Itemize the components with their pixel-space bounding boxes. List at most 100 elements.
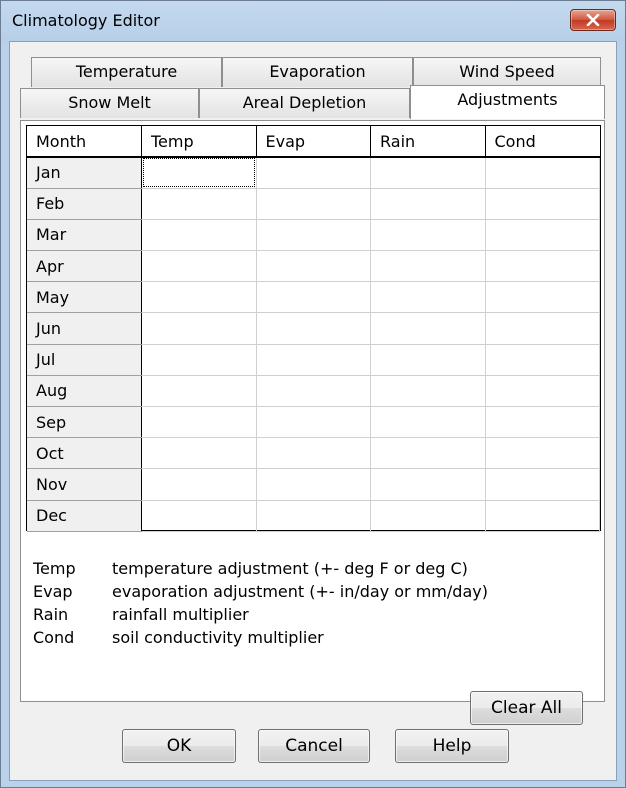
cond-cell[interactable] — [485, 500, 600, 532]
rain-cell[interactable] — [370, 250, 486, 283]
rain-cell[interactable] — [370, 344, 486, 376]
evap-cell[interactable] — [256, 437, 371, 470]
legend-description: rainfall multiplier — [112, 605, 249, 624]
temp-cell[interactable] — [141, 219, 257, 252]
table-row: Nov — [27, 468, 600, 501]
evap-cell[interactable] — [256, 500, 371, 532]
column-header-month: Month — [27, 126, 142, 158]
temp-cell[interactable] — [141, 281, 257, 314]
temp-cell[interactable] — [141, 437, 257, 470]
cancel-button[interactable]: Cancel — [258, 729, 370, 763]
month-cell: Oct — [27, 437, 142, 470]
column-header-rain[interactable]: Rain — [370, 126, 486, 158]
legend-description: evaporation adjustment (+- in/day or mm/… — [112, 582, 488, 601]
legend-item: Evap evaporation adjustment (+- in/day o… — [33, 580, 488, 603]
column-header-temp[interactable]: Temp — [141, 126, 257, 158]
rain-cell[interactable] — [370, 500, 486, 532]
month-cell: Jun — [27, 312, 142, 345]
evap-cell[interactable] — [256, 281, 371, 314]
table-row: Sep — [27, 406, 600, 439]
table-row: Dec — [27, 500, 600, 532]
month-cell: Jan — [27, 157, 142, 189]
table-row: Jun — [27, 312, 600, 345]
tab-temperature[interactable]: Temperature — [31, 57, 222, 87]
evap-cell[interactable] — [256, 375, 371, 408]
rain-cell[interactable] — [370, 468, 486, 501]
rain-cell[interactable] — [370, 375, 486, 408]
adjustments-legend: Temp temperature adjustment (+- deg F or… — [33, 557, 488, 649]
temp-cell[interactable] — [141, 468, 257, 501]
clear-all-button[interactable]: Clear All — [470, 691, 583, 725]
close-x-icon — [586, 14, 600, 26]
temp-cell[interactable] — [141, 406, 257, 439]
table-row: May — [27, 281, 600, 314]
evap-cell[interactable] — [256, 344, 371, 376]
month-cell: Mar — [27, 219, 142, 252]
cond-cell[interactable] — [485, 188, 600, 220]
legend-item: Temp temperature adjustment (+- deg F or… — [33, 557, 488, 580]
table-row: Jul — [27, 344, 600, 376]
month-cell: Dec — [27, 500, 142, 532]
table-row: Feb — [27, 188, 600, 220]
climatology-editor-window: Climatology Editor Temperature Evaporati… — [0, 0, 626, 788]
title-bar[interactable]: Climatology Editor — [1, 1, 625, 41]
rain-cell[interactable] — [370, 437, 486, 470]
ok-button[interactable]: OK — [122, 729, 236, 763]
tab-evaporation[interactable]: Evaporation — [222, 57, 413, 87]
evap-cell[interactable] — [256, 219, 371, 252]
cond-cell[interactable] — [485, 250, 600, 283]
table-row: Mar — [27, 219, 600, 252]
rain-cell[interactable] — [370, 312, 486, 345]
cond-cell[interactable] — [485, 281, 600, 314]
tab-label: Adjustments — [457, 90, 558, 109]
table-row: Apr — [27, 250, 600, 283]
month-cell: Jul — [27, 344, 142, 376]
rain-cell[interactable] — [370, 157, 486, 189]
evap-cell[interactable] — [256, 157, 371, 189]
table-row: Aug — [27, 375, 600, 408]
cond-cell[interactable] — [485, 406, 600, 439]
temp-cell[interactable] — [141, 188, 257, 220]
month-cell: May — [27, 281, 142, 314]
cond-cell[interactable] — [485, 219, 600, 252]
tab-wind-speed[interactable]: Wind Speed — [413, 57, 601, 87]
evap-cell[interactable] — [256, 188, 371, 220]
window-title: Climatology Editor — [12, 11, 160, 30]
tab-areal-depletion[interactable]: Areal Depletion — [199, 88, 410, 118]
tab-snow-melt[interactable]: Snow Melt — [20, 88, 199, 118]
month-cell: Nov — [27, 468, 142, 501]
rain-cell[interactable] — [370, 281, 486, 314]
rain-cell[interactable] — [370, 188, 486, 220]
temp-cell[interactable] — [141, 157, 257, 189]
temp-cell[interactable] — [141, 375, 257, 408]
evap-cell[interactable] — [256, 312, 371, 345]
evap-cell[interactable] — [256, 468, 371, 501]
tab-label: Snow Melt — [68, 93, 151, 112]
rain-cell[interactable] — [370, 406, 486, 439]
temp-cell[interactable] — [141, 500, 257, 532]
temp-cell[interactable] — [141, 344, 257, 376]
tab-adjustments[interactable]: Adjustments — [410, 85, 605, 119]
cond-cell[interactable] — [485, 157, 600, 189]
temp-cell[interactable] — [141, 312, 257, 345]
tab-label: Areal Depletion — [242, 93, 367, 112]
cond-cell[interactable] — [485, 375, 600, 408]
cond-cell[interactable] — [485, 468, 600, 501]
cond-cell[interactable] — [485, 344, 600, 376]
cond-cell[interactable] — [485, 437, 600, 470]
evap-cell[interactable] — [256, 250, 371, 283]
evap-cell[interactable] — [256, 406, 371, 439]
tab-label: Wind Speed — [459, 62, 555, 81]
table-row: Jan — [27, 157, 600, 189]
dialog-body: Temperature Evaporation Wind Speed Snow … — [9, 41, 617, 781]
close-button[interactable] — [570, 9, 616, 31]
legend-description: soil conductivity multiplier — [112, 628, 324, 647]
month-cell: Feb — [27, 188, 142, 220]
column-header-evap[interactable]: Evap — [256, 126, 371, 158]
cond-cell[interactable] — [485, 312, 600, 345]
column-header-cond[interactable]: Cond — [485, 126, 600, 158]
rain-cell[interactable] — [370, 219, 486, 252]
month-cell: Aug — [27, 375, 142, 408]
help-button[interactable]: Help — [395, 729, 509, 763]
temp-cell[interactable] — [141, 250, 257, 283]
